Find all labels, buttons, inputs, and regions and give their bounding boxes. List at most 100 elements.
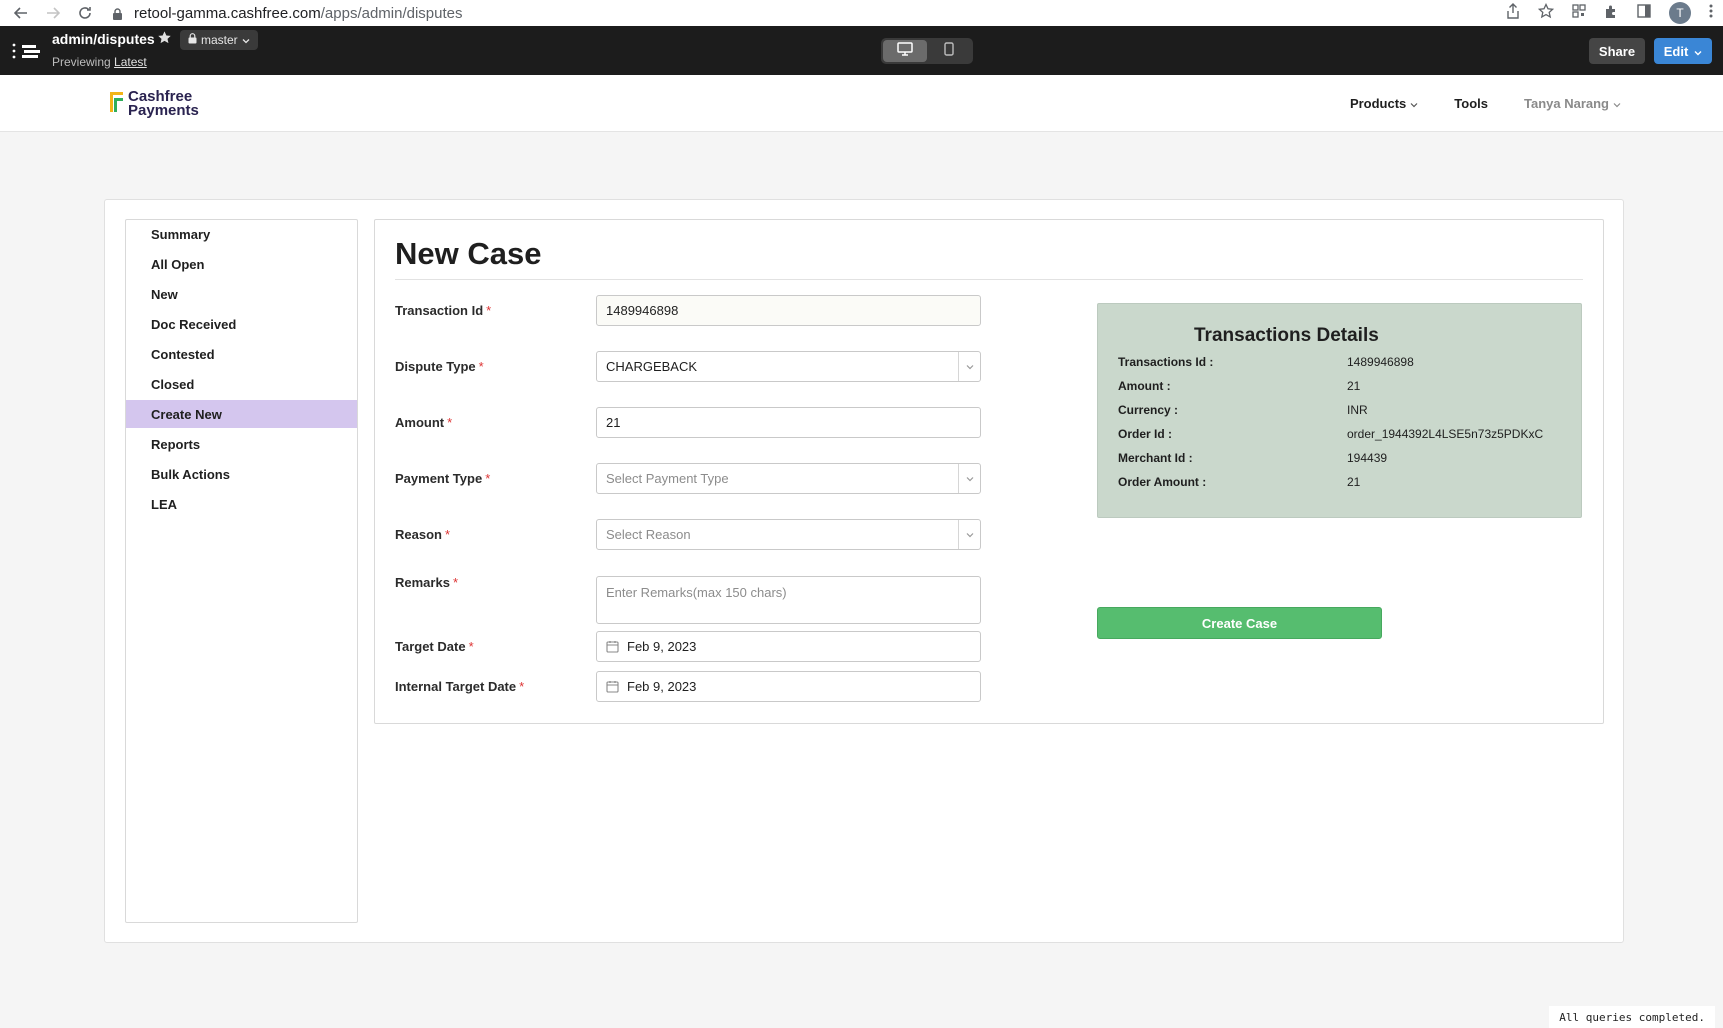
qr-code-icon[interactable]	[1572, 4, 1586, 22]
mobile-view-button[interactable]	[927, 40, 971, 62]
payment-type-select[interactable]: Select Payment Type	[596, 463, 981, 494]
preview-prefix: Previewing	[52, 55, 111, 69]
tx-key-amount: Amount :	[1118, 379, 1171, 393]
branch-selector[interactable]: master	[180, 30, 258, 50]
mobile-icon	[944, 41, 954, 61]
share-button[interactable]: Share	[1589, 38, 1645, 64]
nav-products[interactable]: Products	[1350, 96, 1418, 111]
nav-products-label: Products	[1349, 96, 1407, 111]
sidebar-item-bulk-actions[interactable]: Bulk Actions	[126, 460, 357, 488]
sidebar-item-closed[interactable]: Closed	[126, 370, 357, 398]
url-path: /apps/admin/disputes	[320, 4, 463, 22]
edit-button[interactable]: Edit	[1654, 38, 1712, 64]
dispute-type-select[interactable]: CHARGEBACK	[596, 351, 981, 382]
internal-target-date-label: Internal Target Date *	[395, 679, 525, 694]
lock-icon	[112, 7, 124, 20]
payment-type-label: Payment Type *	[395, 471, 491, 486]
app-title: admin/disputes	[52, 31, 155, 47]
retool-header: admin/disputes master Previewing Latest …	[0, 26, 1723, 75]
browser-menu-icon[interactable]	[1709, 4, 1713, 22]
reason-select[interactable]: Select Reason	[596, 519, 981, 550]
user-menu[interactable]: Tanya Narang	[1524, 96, 1621, 111]
reason-label: Reason *	[395, 527, 451, 542]
tx-key-merchant-id: Merchant Id :	[1118, 451, 1193, 465]
dispute-type-value: CHARGEBACK	[606, 359, 698, 374]
tx-val-order-amount: 21	[1347, 475, 1361, 489]
sidebar-item-create-new[interactable]: Create New	[126, 400, 357, 428]
title-divider	[395, 279, 1583, 280]
url-host: retool-gamma.cashfree.com	[134, 4, 321, 22]
chevron-down-icon	[1694, 44, 1702, 59]
sidebar-item-new[interactable]: New	[126, 280, 357, 308]
app-navbar: Cashfree Payments Products Tools Tanya N…	[0, 75, 1723, 132]
nav-tools[interactable]: Tools	[1454, 96, 1488, 111]
create-case-button[interactable]: Create Case	[1097, 607, 1382, 639]
chevron-down-icon	[242, 33, 250, 47]
chevron-down-icon[interactable]	[958, 464, 980, 493]
tx-val-amount: 21	[1347, 379, 1361, 393]
target-date-value: Feb 9, 2023	[627, 639, 697, 654]
edit-label: Edit	[1663, 43, 1689, 59]
user-name: Tanya Narang	[1523, 96, 1609, 111]
address-bar[interactable]: retool-gamma.cashfree.com/apps/admin/dis…	[112, 5, 463, 22]
chevron-down-icon[interactable]	[958, 520, 980, 549]
preview-status: Previewing Latest	[52, 55, 147, 69]
tx-val-order-id: order_1944392L4LSE5n73z5PDKxC	[1347, 427, 1544, 441]
reload-icon[interactable]	[76, 4, 94, 22]
tx-key-order-id: Order Id :	[1118, 427, 1173, 441]
transaction-id-input[interactable]: 1489946898	[596, 295, 981, 326]
tx-key-order-amount: Order Amount :	[1118, 475, 1207, 489]
profile-avatar[interactable]: T	[1669, 2, 1691, 24]
app-menu-icon[interactable]	[12, 42, 42, 65]
query-status: All queries completed.	[1549, 1006, 1715, 1028]
side-panel-icon[interactable]	[1637, 4, 1651, 22]
logo-line2: Payments	[128, 101, 199, 119]
share-page-icon[interactable]	[1506, 3, 1520, 23]
chevron-down-icon	[1613, 96, 1621, 111]
page-title: New Case	[395, 236, 542, 271]
remarks-label: Remarks *	[395, 575, 458, 590]
preview-latest-link[interactable]: Latest	[114, 55, 147, 69]
tx-val-currency: INR	[1347, 403, 1368, 417]
tx-key-transaction-id: Transactions Id :	[1118, 355, 1214, 369]
branch-lock-icon	[188, 33, 197, 47]
internal-target-date-value: Feb 9, 2023	[627, 679, 697, 694]
sidebar-item-contested[interactable]: Contested	[126, 340, 357, 368]
transaction-details-title: Transactions Details	[1194, 325, 1379, 346]
chevron-down-icon	[1410, 96, 1418, 111]
reason-placeholder: Select Reason	[606, 527, 691, 542]
calendar-icon	[606, 680, 619, 693]
sidebar: Summary All Open New Doc Received Contes…	[125, 219, 358, 923]
back-icon[interactable]	[12, 4, 30, 22]
tx-val-merchant-id: 194439	[1347, 451, 1388, 465]
cashfree-logo-icon	[106, 88, 124, 119]
branch-name: master	[201, 33, 238, 47]
chevron-down-icon[interactable]	[958, 352, 980, 381]
desktop-icon	[897, 41, 913, 61]
transaction-id-label: Transaction Id *	[395, 303, 492, 318]
favorite-star-icon[interactable]	[157, 30, 172, 49]
extensions-icon[interactable]	[1604, 4, 1619, 23]
sidebar-item-lea[interactable]: LEA	[126, 490, 357, 518]
device-toggle	[881, 38, 973, 64]
target-date-picker[interactable]: Feb 9, 2023	[596, 631, 981, 662]
target-date-label: Target Date *	[395, 639, 474, 654]
sidebar-item-all-open[interactable]: All Open	[126, 250, 357, 278]
internal-target-date-picker[interactable]: Feb 9, 2023	[596, 671, 981, 702]
sidebar-item-reports[interactable]: Reports	[126, 430, 357, 458]
amount-label: Amount *	[395, 415, 453, 430]
forward-icon[interactable]	[44, 4, 62, 22]
dispute-type-label: Dispute Type *	[395, 359, 484, 374]
sidebar-item-summary[interactable]: Summary	[126, 220, 357, 248]
payment-type-placeholder: Select Payment Type	[606, 471, 729, 486]
bookmark-star-icon[interactable]	[1537, 2, 1555, 23]
calendar-icon	[606, 640, 619, 653]
cashfree-logo[interactable]: Cashfree Payments	[106, 88, 199, 119]
tx-val-transaction-id: 1489946898	[1347, 355, 1414, 369]
sidebar-item-doc-received[interactable]: Doc Received	[126, 310, 357, 338]
remarks-textarea[interactable]: Enter Remarks(max 150 chars)	[596, 576, 981, 624]
amount-input[interactable]: 21	[596, 407, 981, 438]
browser-toolbar: retool-gamma.cashfree.com/apps/admin/dis…	[0, 0, 1723, 26]
desktop-view-button[interactable]	[883, 40, 927, 62]
tx-key-currency: Currency :	[1118, 403, 1179, 417]
